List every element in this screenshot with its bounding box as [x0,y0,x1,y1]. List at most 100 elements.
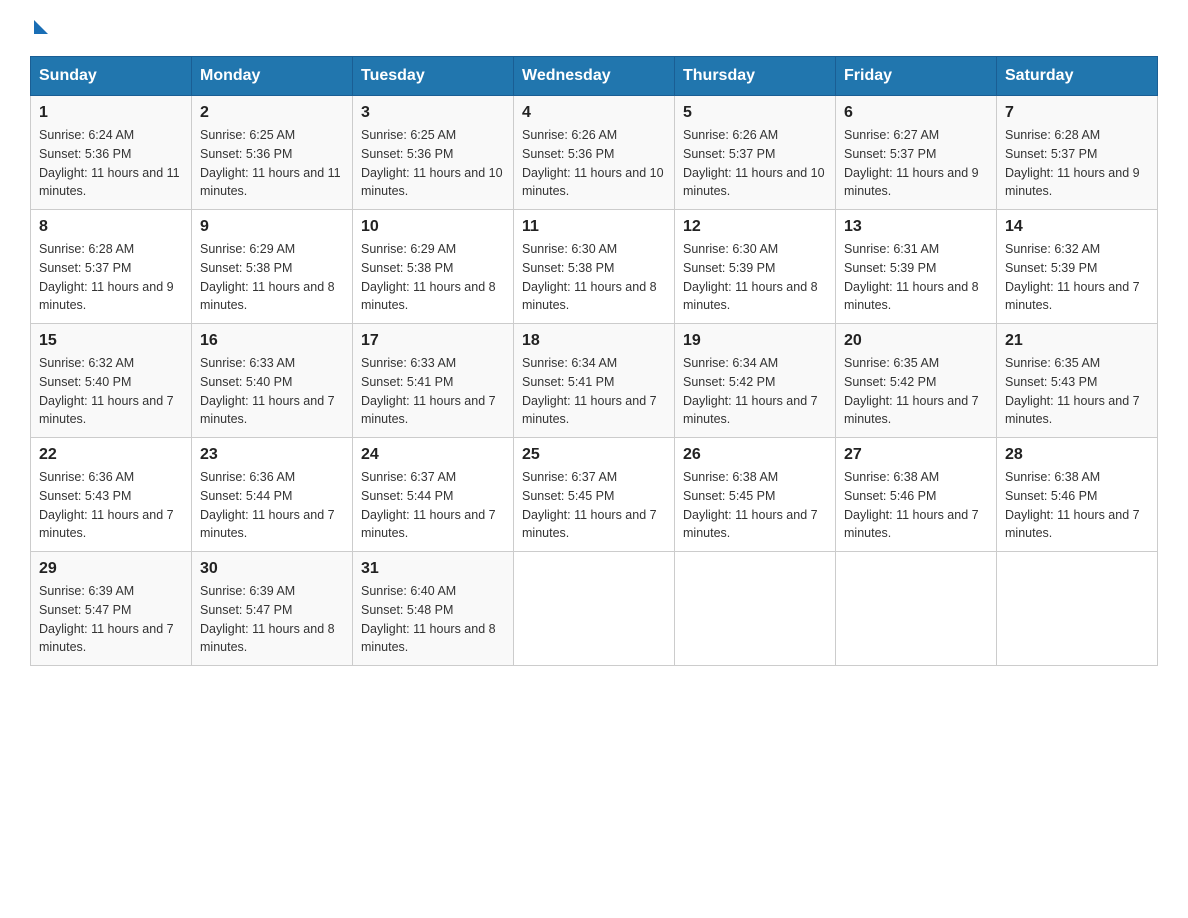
day-info: Sunrise: 6:38 AMSunset: 5:45 PMDaylight:… [683,468,827,543]
day-info: Sunrise: 6:30 AMSunset: 5:38 PMDaylight:… [522,240,666,315]
header-sunday: Sunday [31,57,192,96]
calendar-cell: 28 Sunrise: 6:38 AMSunset: 5:46 PMDaylig… [997,438,1158,552]
day-number: 1 [39,104,183,122]
calendar-cell: 22 Sunrise: 6:36 AMSunset: 5:43 PMDaylig… [31,438,192,552]
calendar-cell: 10 Sunrise: 6:29 AMSunset: 5:38 PMDaylig… [353,210,514,324]
day-number: 4 [522,104,666,122]
logo-triangle-icon [34,20,48,34]
calendar-cell: 19 Sunrise: 6:34 AMSunset: 5:42 PMDaylig… [675,324,836,438]
calendar-cell: 1 Sunrise: 6:24 AMSunset: 5:36 PMDayligh… [31,96,192,210]
day-number: 19 [683,332,827,350]
day-info: Sunrise: 6:38 AMSunset: 5:46 PMDaylight:… [844,468,988,543]
day-info: Sunrise: 6:26 AMSunset: 5:36 PMDaylight:… [522,126,666,201]
day-info: Sunrise: 6:38 AMSunset: 5:46 PMDaylight:… [1005,468,1149,543]
calendar-cell [675,552,836,666]
day-info: Sunrise: 6:33 AMSunset: 5:41 PMDaylight:… [361,354,505,429]
day-number: 17 [361,332,505,350]
day-number: 23 [200,446,344,464]
calendar-cell: 8 Sunrise: 6:28 AMSunset: 5:37 PMDayligh… [31,210,192,324]
day-info: Sunrise: 6:28 AMSunset: 5:37 PMDaylight:… [1005,126,1149,201]
day-number: 9 [200,218,344,236]
day-number: 12 [683,218,827,236]
calendar-cell: 30 Sunrise: 6:39 AMSunset: 5:47 PMDaylig… [192,552,353,666]
day-info: Sunrise: 6:36 AMSunset: 5:43 PMDaylight:… [39,468,183,543]
calendar-table: SundayMondayTuesdayWednesdayThursdayFrid… [30,56,1158,666]
day-info: Sunrise: 6:39 AMSunset: 5:47 PMDaylight:… [39,582,183,657]
logo [30,20,48,36]
calendar-cell: 31 Sunrise: 6:40 AMSunset: 5:48 PMDaylig… [353,552,514,666]
calendar-cell: 2 Sunrise: 6:25 AMSunset: 5:36 PMDayligh… [192,96,353,210]
calendar-cell: 11 Sunrise: 6:30 AMSunset: 5:38 PMDaylig… [514,210,675,324]
calendar-cell: 13 Sunrise: 6:31 AMSunset: 5:39 PMDaylig… [836,210,997,324]
page-header [30,20,1158,36]
day-number: 5 [683,104,827,122]
day-number: 3 [361,104,505,122]
day-info: Sunrise: 6:34 AMSunset: 5:41 PMDaylight:… [522,354,666,429]
day-number: 8 [39,218,183,236]
day-info: Sunrise: 6:33 AMSunset: 5:40 PMDaylight:… [200,354,344,429]
day-number: 20 [844,332,988,350]
day-info: Sunrise: 6:36 AMSunset: 5:44 PMDaylight:… [200,468,344,543]
day-info: Sunrise: 6:26 AMSunset: 5:37 PMDaylight:… [683,126,827,201]
week-row-5: 29 Sunrise: 6:39 AMSunset: 5:47 PMDaylig… [31,552,1158,666]
day-number: 7 [1005,104,1149,122]
day-info: Sunrise: 6:31 AMSunset: 5:39 PMDaylight:… [844,240,988,315]
day-info: Sunrise: 6:24 AMSunset: 5:36 PMDaylight:… [39,126,183,201]
header-saturday: Saturday [997,57,1158,96]
calendar-cell: 15 Sunrise: 6:32 AMSunset: 5:40 PMDaylig… [31,324,192,438]
day-number: 25 [522,446,666,464]
day-number: 28 [1005,446,1149,464]
week-row-3: 15 Sunrise: 6:32 AMSunset: 5:40 PMDaylig… [31,324,1158,438]
day-info: Sunrise: 6:25 AMSunset: 5:36 PMDaylight:… [361,126,505,201]
calendar-cell: 17 Sunrise: 6:33 AMSunset: 5:41 PMDaylig… [353,324,514,438]
day-number: 16 [200,332,344,350]
day-number: 26 [683,446,827,464]
day-number: 6 [844,104,988,122]
day-number: 31 [361,560,505,578]
calendar-cell: 3 Sunrise: 6:25 AMSunset: 5:36 PMDayligh… [353,96,514,210]
calendar-cell: 23 Sunrise: 6:36 AMSunset: 5:44 PMDaylig… [192,438,353,552]
calendar-cell: 4 Sunrise: 6:26 AMSunset: 5:36 PMDayligh… [514,96,675,210]
day-info: Sunrise: 6:39 AMSunset: 5:47 PMDaylight:… [200,582,344,657]
day-number: 29 [39,560,183,578]
header-thursday: Thursday [675,57,836,96]
calendar-cell: 25 Sunrise: 6:37 AMSunset: 5:45 PMDaylig… [514,438,675,552]
header-friday: Friday [836,57,997,96]
calendar-cell: 7 Sunrise: 6:28 AMSunset: 5:37 PMDayligh… [997,96,1158,210]
header-tuesday: Tuesday [353,57,514,96]
day-number: 13 [844,218,988,236]
week-row-1: 1 Sunrise: 6:24 AMSunset: 5:36 PMDayligh… [31,96,1158,210]
calendar-cell: 16 Sunrise: 6:33 AMSunset: 5:40 PMDaylig… [192,324,353,438]
calendar-cell [514,552,675,666]
day-info: Sunrise: 6:27 AMSunset: 5:37 PMDaylight:… [844,126,988,201]
calendar-cell: 18 Sunrise: 6:34 AMSunset: 5:41 PMDaylig… [514,324,675,438]
day-number: 2 [200,104,344,122]
day-info: Sunrise: 6:29 AMSunset: 5:38 PMDaylight:… [361,240,505,315]
header-wednesday: Wednesday [514,57,675,96]
weekday-header-row: SundayMondayTuesdayWednesdayThursdayFrid… [31,57,1158,96]
day-number: 15 [39,332,183,350]
calendar-cell: 26 Sunrise: 6:38 AMSunset: 5:45 PMDaylig… [675,438,836,552]
day-number: 22 [39,446,183,464]
calendar-cell: 9 Sunrise: 6:29 AMSunset: 5:38 PMDayligh… [192,210,353,324]
calendar-cell: 12 Sunrise: 6:30 AMSunset: 5:39 PMDaylig… [675,210,836,324]
week-row-4: 22 Sunrise: 6:36 AMSunset: 5:43 PMDaylig… [31,438,1158,552]
day-number: 27 [844,446,988,464]
calendar-header: SundayMondayTuesdayWednesdayThursdayFrid… [31,57,1158,96]
day-info: Sunrise: 6:32 AMSunset: 5:39 PMDaylight:… [1005,240,1149,315]
day-number: 24 [361,446,505,464]
calendar-cell: 14 Sunrise: 6:32 AMSunset: 5:39 PMDaylig… [997,210,1158,324]
day-info: Sunrise: 6:35 AMSunset: 5:43 PMDaylight:… [1005,354,1149,429]
day-info: Sunrise: 6:40 AMSunset: 5:48 PMDaylight:… [361,582,505,657]
calendar-cell [997,552,1158,666]
calendar-cell: 20 Sunrise: 6:35 AMSunset: 5:42 PMDaylig… [836,324,997,438]
week-row-2: 8 Sunrise: 6:28 AMSunset: 5:37 PMDayligh… [31,210,1158,324]
day-number: 10 [361,218,505,236]
calendar-cell: 21 Sunrise: 6:35 AMSunset: 5:43 PMDaylig… [997,324,1158,438]
calendar-cell [836,552,997,666]
day-info: Sunrise: 6:25 AMSunset: 5:36 PMDaylight:… [200,126,344,201]
calendar-cell: 5 Sunrise: 6:26 AMSunset: 5:37 PMDayligh… [675,96,836,210]
calendar-cell: 29 Sunrise: 6:39 AMSunset: 5:47 PMDaylig… [31,552,192,666]
day-info: Sunrise: 6:34 AMSunset: 5:42 PMDaylight:… [683,354,827,429]
day-info: Sunrise: 6:30 AMSunset: 5:39 PMDaylight:… [683,240,827,315]
